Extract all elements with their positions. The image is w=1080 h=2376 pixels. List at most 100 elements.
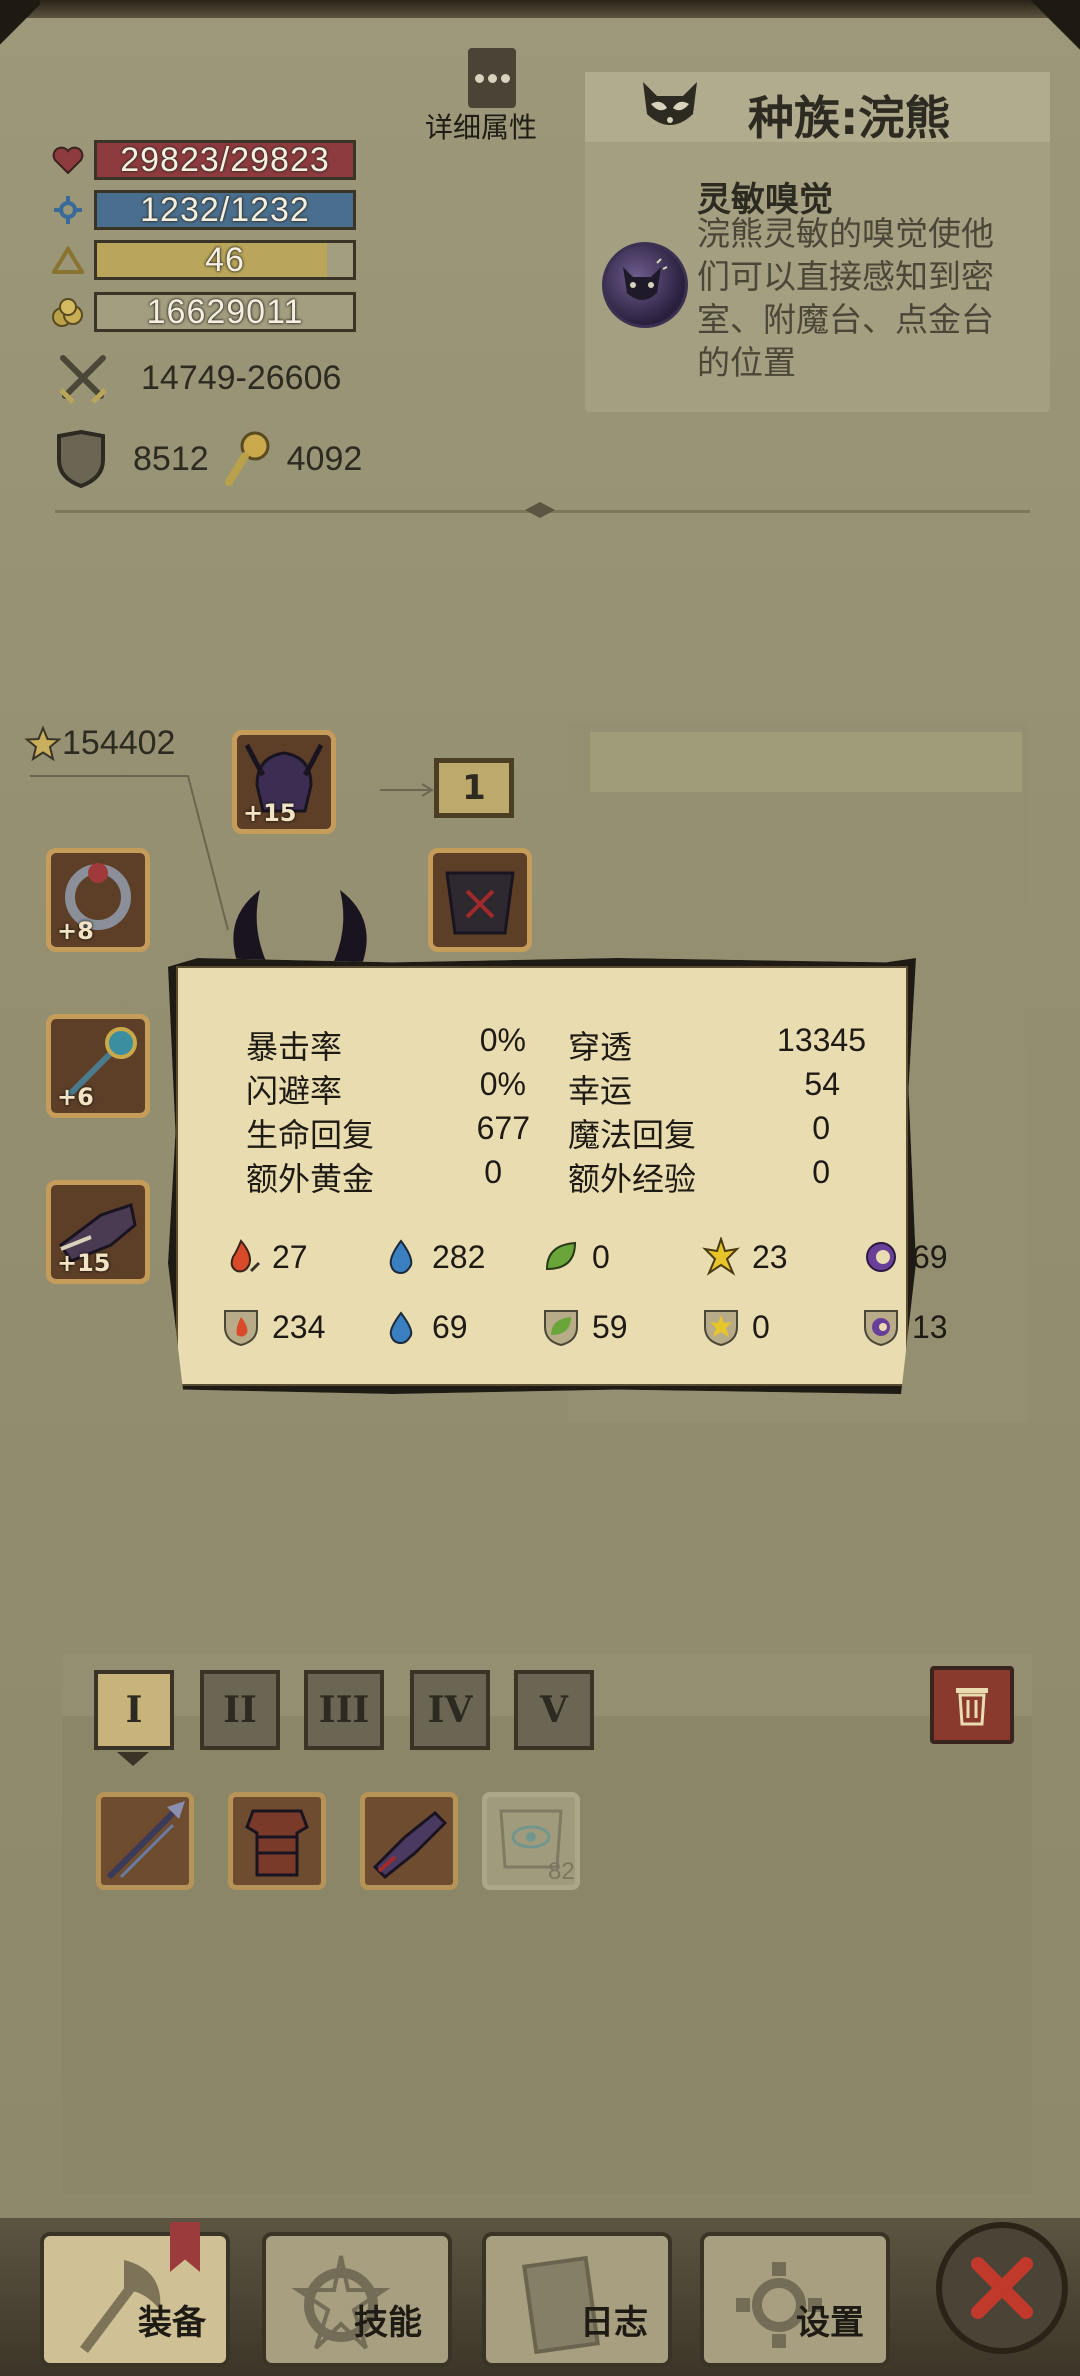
lightning-attack-icon	[700, 1236, 742, 1278]
loadout-item-claw[interactable]	[360, 1792, 458, 1890]
trash-icon	[956, 1688, 988, 1726]
defense-value: 8512	[133, 439, 209, 478]
arrow-right-icon	[380, 783, 434, 797]
hp-bar: 29823/29823	[94, 140, 356, 180]
leaf-shield-icon	[540, 1306, 582, 1348]
stat-row-regen: 生命回复 677 魔法回复 0	[246, 1110, 886, 1154]
light-attack-value: 23	[752, 1238, 788, 1275]
more-dots-icon	[468, 48, 516, 108]
close-button[interactable]	[936, 2222, 1068, 2354]
item-info-header	[590, 732, 1022, 792]
attack-row: 14749-26606	[55, 350, 341, 406]
stat-row-dodge: 闪避率 0% 幸运 54	[246, 1066, 886, 1110]
dodge-rate-label: 闪避率	[246, 1072, 343, 1110]
dodge-rate-value: 0%	[479, 1066, 526, 1102]
crossed-swords-icon	[59, 355, 107, 404]
equip-slot-gauntlet[interactable]: +15	[46, 1180, 150, 1284]
penetration-label: 穿透	[568, 1028, 633, 1066]
magic-defense-value: 4092	[286, 439, 363, 478]
defense-row: 8512 4092	[55, 430, 362, 488]
attack-value: 14749-26606	[141, 358, 342, 397]
race-skill-description: 浣熊灵敏的嗅觉使他们可以直接感知到密室、附魔台、点金台的位置	[697, 214, 994, 382]
hp-value: 29823/29823	[120, 140, 330, 179]
helmet-enhance-level: +15	[243, 799, 297, 827]
dark-resist: 13	[860, 1306, 1020, 1348]
claw-gauntlet-icon	[372, 1810, 448, 1880]
mp-regen-value: 0	[812, 1110, 830, 1146]
close-icon	[971, 2257, 1033, 2319]
nature-attack: 0	[540, 1236, 700, 1278]
water-attack: 282	[380, 1236, 540, 1278]
nature-attack-value: 0	[592, 1238, 610, 1275]
elemental-resist-row: 234 69 59 0 13	[220, 1306, 1020, 1348]
equip-slot-armor[interactable]	[428, 848, 532, 952]
luck-value: 54	[804, 1066, 840, 1102]
water-resist-value: 69	[432, 1308, 468, 1345]
gold-value: 16629011	[146, 292, 304, 331]
nav-settings-label: 设置	[796, 2303, 864, 2343]
extra-gold-value: 0	[484, 1154, 502, 1190]
trash-button[interactable]	[930, 1666, 1014, 1744]
water-attack-value: 282	[432, 1238, 486, 1275]
loadout-tab-1[interactable]: I	[94, 1670, 174, 1750]
dark-orb-attack-icon	[860, 1236, 902, 1278]
loadout-item-spear[interactable]	[96, 1792, 194, 1890]
fire-attack: 27	[220, 1236, 380, 1278]
extra-gold-label: 额外黄金	[246, 1160, 375, 1198]
loadout-tab-5[interactable]: V	[514, 1670, 594, 1750]
loadout-tab-4[interactable]: IV	[410, 1670, 490, 1750]
active-tab-indicator	[117, 1752, 149, 1766]
gold-bar: 16629011	[94, 292, 356, 332]
stat-row-crit: 暴击率 0% 穿透 13345	[246, 1022, 886, 1066]
spear-icon	[106, 1801, 185, 1880]
detail-attributes-label: 详细属性	[425, 111, 538, 144]
level-row: 46	[50, 238, 356, 282]
top-frame	[0, 0, 1080, 18]
leaf-attack-icon	[540, 1236, 582, 1278]
nature-resist-value: 59	[592, 1308, 628, 1345]
heart-icon	[50, 142, 86, 178]
raccoon-icon	[643, 82, 697, 125]
light-resist-value: 0	[752, 1308, 770, 1345]
eye-scroll-count: 82	[548, 1858, 575, 1885]
mp-regen-label: 魔法回复	[568, 1116, 697, 1154]
character-horns	[233, 890, 367, 970]
dark-attack: 69	[860, 1236, 1020, 1278]
mp-bar: 1232/1232	[94, 190, 356, 230]
nav-equip-label: 装备	[138, 2303, 206, 2343]
gold-row: 16629011	[50, 290, 356, 334]
equip-slot-amulet[interactable]: +6	[46, 1014, 150, 1118]
extra-exp-label: 额外经验	[568, 1160, 697, 1198]
water-shield-icon	[380, 1306, 422, 1348]
loadout-tab-3[interactable]: III	[304, 1670, 384, 1750]
fire-resist: 234	[220, 1306, 380, 1348]
level-value: 46	[205, 240, 245, 279]
mp-value: 1232/1232	[140, 190, 310, 229]
slot-number-badge[interactable]: 1	[434, 758, 514, 818]
crit-rate-value: 0%	[479, 1022, 526, 1058]
mp-row: 1232/1232	[50, 188, 356, 232]
luck-label: 幸运	[568, 1072, 633, 1110]
nature-resist: 59	[540, 1306, 700, 1348]
dark-attack-value: 69	[912, 1238, 948, 1275]
equip-slot-ring[interactable]: +8	[46, 848, 150, 952]
nav-log-label: 日志	[580, 2303, 648, 2343]
equip-slot-helmet[interactable]: +15	[232, 730, 336, 834]
hp-row: 29823/29823	[50, 138, 356, 182]
loadout-tab-2[interactable]: II	[200, 1670, 280, 1750]
game-screen: 29823/29823 1232/1232 46 16629011 14749-…	[0, 0, 1080, 2376]
water-attack-icon	[380, 1236, 422, 1278]
lightning-shield-icon	[700, 1306, 742, 1348]
gauntlet-enhance-level: +15	[57, 1249, 111, 1277]
magic-key-icon	[224, 431, 270, 486]
ring-enhance-level: +8	[57, 917, 94, 945]
fire-attack-value: 27	[272, 1238, 308, 1275]
mana-icon	[50, 192, 86, 228]
fire-attack-icon	[220, 1236, 262, 1278]
shield-icon	[57, 430, 105, 488]
loadout-item-armor[interactable]	[228, 1792, 326, 1890]
light-resist: 0	[700, 1306, 860, 1348]
star-icon	[24, 724, 62, 761]
frame-corner-right	[1020, 0, 1080, 80]
power-score-value: 154402	[62, 724, 176, 762]
